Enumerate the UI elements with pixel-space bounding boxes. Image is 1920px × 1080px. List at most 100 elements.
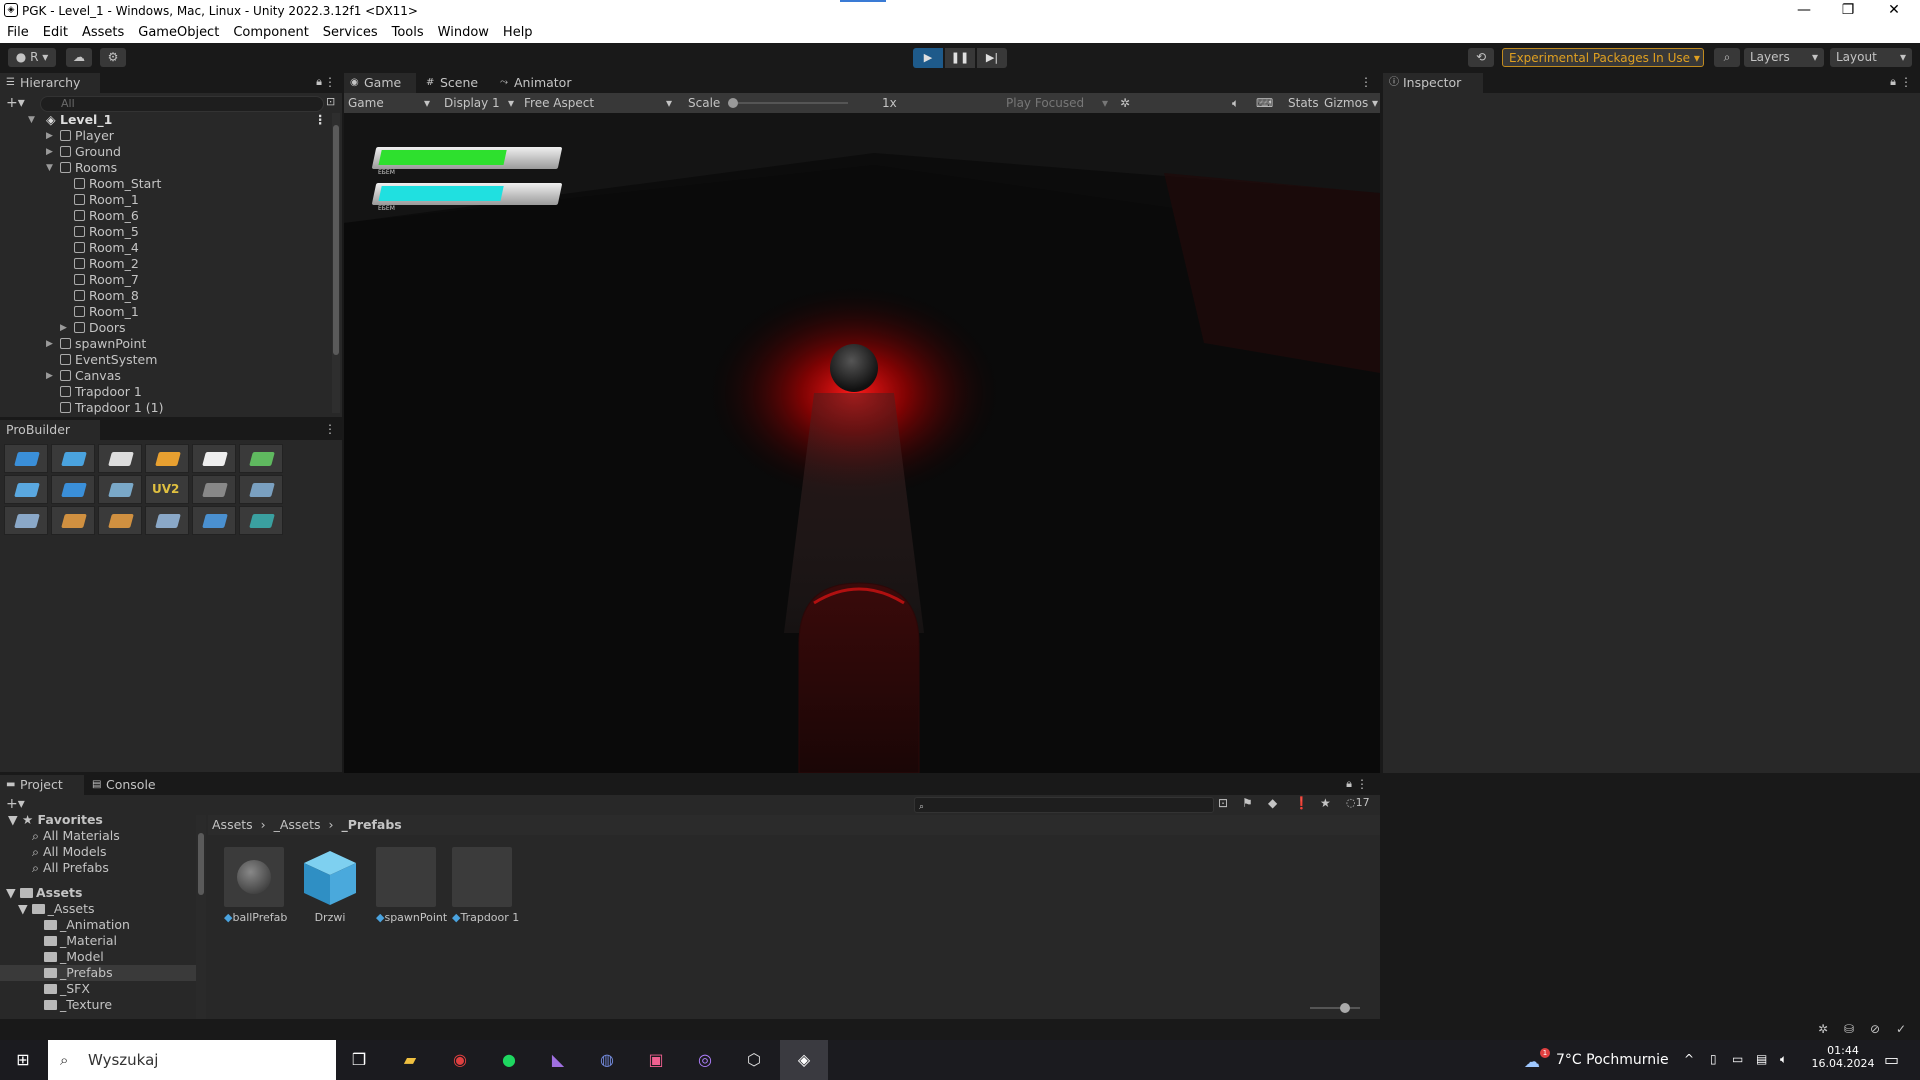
- menu-assets[interactable]: Assets: [75, 22, 131, 40]
- unity-hub-icon[interactable]: ⬡: [737, 1046, 771, 1074]
- inspector-more-icon[interactable]: ⋮: [1900, 75, 1912, 89]
- view-type-dropdown[interactable]: Game ▾: [348, 93, 430, 113]
- status-icon-1[interactable]: ✲: [1818, 1022, 1828, 1036]
- folder-item[interactable]: _Material: [44, 933, 117, 949]
- play-focused-dropdown[interactable]: Play Focused ▾: [1006, 93, 1108, 113]
- mute-audio-icon[interactable]: 🔈︎: [1232, 93, 1239, 113]
- probuilder-tool-button[interactable]: [51, 444, 95, 473]
- project-more-icon[interactable]: ⋮: [1356, 777, 1368, 791]
- task-view-icon[interactable]: ❒: [342, 1046, 376, 1074]
- asset-spawnpoint[interactable]: ◆spawnPoint: [376, 847, 447, 924]
- asset-ballprefab[interactable]: ◆ballPrefab: [224, 847, 287, 924]
- account-dropdown[interactable]: ● R ▾: [8, 48, 56, 67]
- restore-button[interactable]: ❐: [1828, 2, 1868, 18]
- jetbrains-icon[interactable]: ▣: [639, 1046, 673, 1074]
- tab-console[interactable]: ▤ Console: [86, 775, 176, 795]
- stats-button[interactable]: Stats: [1288, 93, 1319, 113]
- game-more-icon[interactable]: ⋮: [1360, 75, 1372, 89]
- warning-icon[interactable]: ❗: [1294, 796, 1309, 810]
- menu-file[interactable]: File: [0, 22, 36, 40]
- weather-text[interactable]: 7°C Pochmurnie: [1556, 1052, 1669, 1068]
- hierarchy-item[interactable]: ▶ Canvas: [46, 368, 121, 384]
- hierarchy-item[interactable]: Room_1: [74, 304, 139, 320]
- volume-icon[interactable]: 🔈︎: [1780, 1052, 1787, 1067]
- pause-button[interactable]: ❚❚: [945, 48, 975, 68]
- battery-icon[interactable]: ▭: [1732, 1052, 1743, 1066]
- tray-device-icon[interactable]: ▯: [1710, 1052, 1717, 1066]
- status-icon-2[interactable]: ⛁: [1844, 1022, 1854, 1036]
- folder-item[interactable]: _Animation: [44, 917, 130, 933]
- gizmos-dropdown[interactable]: Gizmos ▾: [1324, 93, 1378, 113]
- tab-inspector[interactable]: ⓘ Inspector: [1383, 73, 1483, 93]
- minimize-button[interactable]: —: [1784, 2, 1824, 18]
- discord-icon[interactable]: ◍: [590, 1046, 624, 1074]
- notifications-icon[interactable]: ▭: [1884, 1050, 1899, 1069]
- tab-scene[interactable]: # Scene: [420, 73, 492, 93]
- folder-item[interactable]: _Prefabs: [0, 965, 196, 981]
- tab-probuilder[interactable]: ProBuilder: [0, 420, 100, 440]
- assets-sub-folder[interactable]: ▼ _Assets: [18, 901, 95, 917]
- probuilder-tool-button[interactable]: [239, 506, 283, 535]
- history-icon[interactable]: ⟲: [1468, 48, 1494, 67]
- lock-icon[interactable]: 🔒︎: [316, 75, 322, 89]
- hierarchy-item[interactable]: EventSystem: [60, 352, 157, 368]
- hierarchy-item[interactable]: ▶ Ground: [46, 144, 121, 160]
- hierarchy-item[interactable]: ▼ Rooms: [46, 160, 117, 176]
- scene-search-icon[interactable]: ⊡: [326, 95, 335, 108]
- tag-icon[interactable]: ◆: [1268, 796, 1277, 810]
- probuilder-tool-button[interactable]: [192, 444, 236, 473]
- windows-start-icon[interactable]: ⊞: [6, 1046, 40, 1074]
- hierarchy-item[interactable]: Trapdoor 1 (1): [60, 400, 164, 416]
- hierarchy-item[interactable]: Room_6: [74, 208, 139, 224]
- probuilder-tool-button[interactable]: [192, 506, 236, 535]
- hierarchy-item[interactable]: Trapdoor 1: [60, 384, 142, 400]
- probuilder-tool-button[interactable]: [4, 475, 48, 504]
- probuilder-tool-button[interactable]: [145, 506, 189, 535]
- project-tree-scrollbar[interactable]: [196, 815, 206, 1019]
- collab-icon[interactable]: ⚙: [100, 48, 126, 67]
- hierarchy-search-input[interactable]: All: [40, 96, 324, 112]
- hierarchy-item[interactable]: Room_7: [74, 272, 139, 288]
- scene-more-icon[interactable]: ⋮: [314, 112, 327, 128]
- probuilder-tool-button[interactable]: [239, 444, 283, 473]
- expand-arrow-icon[interactable]: ▶: [46, 144, 53, 160]
- assets-root[interactable]: ▼ Assets: [6, 885, 82, 901]
- project-search-input[interactable]: ⌕: [914, 797, 1214, 813]
- spotify-icon[interactable]: ●: [492, 1046, 526, 1074]
- menu-services[interactable]: Services: [316, 22, 385, 40]
- create-asset-button[interactable]: +▾: [6, 796, 25, 812]
- expand-arrow-icon[interactable]: ▶: [46, 128, 53, 144]
- icon-size-slider-handle[interactable]: [1340, 1003, 1350, 1013]
- probuilder-tool-button[interactable]: [98, 444, 142, 473]
- tab-hierarchy[interactable]: ☰ Hierarchy: [0, 73, 100, 93]
- asset-drzwi[interactable]: Drzwi: [300, 847, 360, 924]
- menu-tools[interactable]: Tools: [385, 22, 431, 40]
- probuilder-more-icon[interactable]: ⋮: [324, 422, 336, 436]
- folder-item[interactable]: _Texture: [44, 997, 112, 1013]
- file-explorer-icon[interactable]: ▰: [393, 1046, 427, 1074]
- visual-studio-icon[interactable]: ◣: [541, 1046, 575, 1074]
- probuilder-tool-button[interactable]: [192, 475, 236, 504]
- asset-trapdoor[interactable]: ◆Trapdoor 1: [452, 847, 519, 924]
- breadcrumb-assets[interactable]: Assets: [212, 817, 253, 832]
- favorites-header[interactable]: ▼ ★ Favorites: [8, 815, 103, 828]
- layers-dropdown[interactable]: Layers ▾: [1744, 48, 1824, 67]
- status-icon-4[interactable]: ✓: [1896, 1022, 1906, 1036]
- tab-animator[interactable]: ⤳ Animator: [494, 73, 584, 93]
- hidden-count[interactable]: ◌17: [1346, 796, 1370, 809]
- scale-slider-handle[interactable]: [728, 98, 738, 108]
- hierarchy-item[interactable]: Room_1: [74, 192, 139, 208]
- clock[interactable]: 01:44 16.04.2024: [1808, 1044, 1878, 1070]
- scene-root-row[interactable]: ▼ ◈ Level_1 ⋮: [28, 112, 330, 128]
- folder-item[interactable]: _SFX: [44, 981, 90, 997]
- probuilder-tool-button[interactable]: [145, 444, 189, 473]
- layout-dropdown[interactable]: Layout ▾: [1830, 48, 1912, 67]
- hierarchy-item[interactable]: Room_Start: [74, 176, 161, 192]
- menu-gameobject[interactable]: GameObject: [131, 22, 226, 40]
- probuilder-tool-button[interactable]: [98, 506, 142, 535]
- menu-window[interactable]: Window: [431, 22, 496, 40]
- close-window-button[interactable]: ✕: [1874, 2, 1914, 18]
- expand-arrow-icon[interactable]: ▶: [60, 320, 67, 336]
- menu-component[interactable]: Component: [226, 22, 315, 40]
- menu-edit[interactable]: Edit: [36, 22, 75, 40]
